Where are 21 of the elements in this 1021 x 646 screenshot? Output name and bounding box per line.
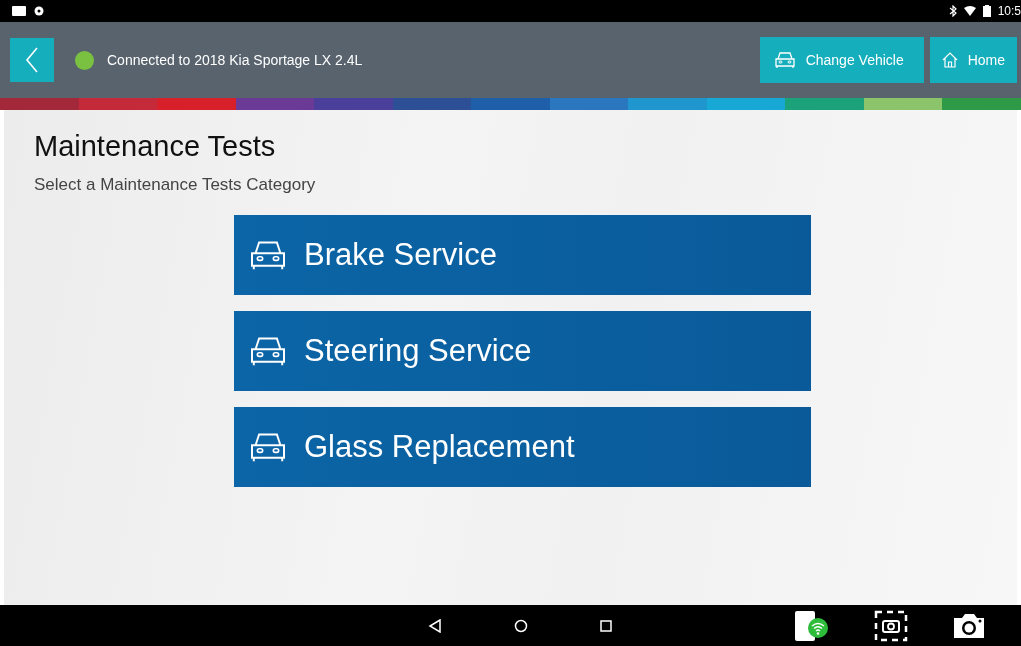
category-button[interactable]: Brake Service <box>234 215 811 295</box>
connection-label: Connected to 2018 Kia Sportage LX 2.4L <box>107 52 363 68</box>
screenshot-icon[interactable] <box>874 609 908 642</box>
notification-icon <box>12 6 26 16</box>
status-time: 10:5 <box>997 4 1021 18</box>
wifi-icon <box>963 6 976 16</box>
page-subtitle: Select a Maintenance Tests Category <box>34 175 317 195</box>
chevron-left-icon <box>25 47 39 73</box>
tablet-wifi-icon[interactable] <box>794 609 830 642</box>
bluetooth-icon <box>948 5 957 17</box>
camera-icon[interactable] <box>952 611 986 640</box>
battery-icon <box>982 5 991 17</box>
category-button[interactable]: Steering Service <box>234 311 811 391</box>
recents-nav-icon[interactable] <box>600 619 612 632</box>
home-nav-icon[interactable] <box>514 618 528 633</box>
car-icon <box>248 239 288 271</box>
back-nav-icon[interactable] <box>428 618 442 633</box>
category-button[interactable]: Glass Replacement <box>234 407 811 487</box>
page-title: Maintenance Tests <box>34 130 277 163</box>
car-icon <box>248 335 288 367</box>
car-icon <box>248 431 288 463</box>
